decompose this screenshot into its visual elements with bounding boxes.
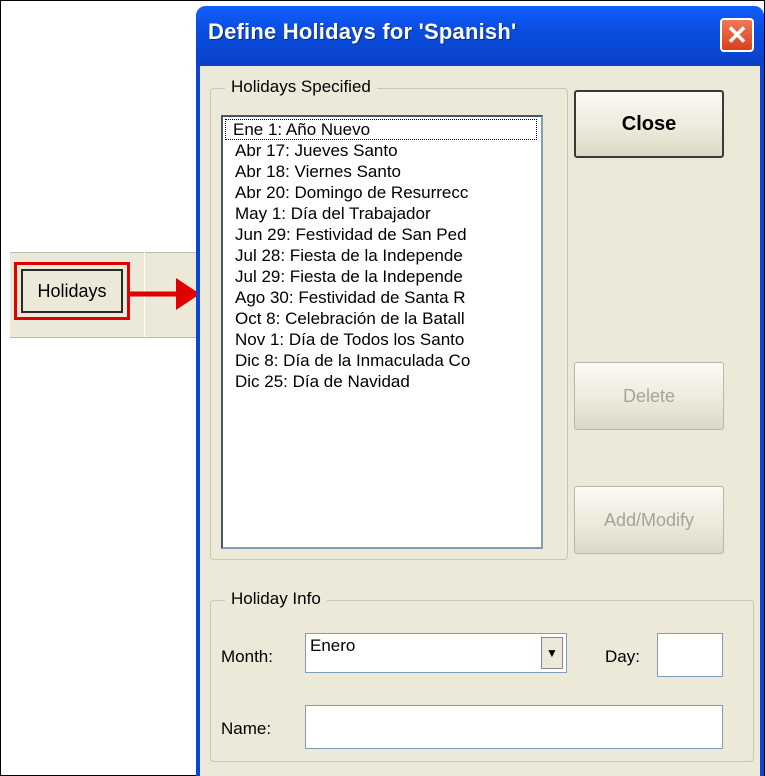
dialog-client-area: Holidays Specified Ene 1: Año Nuevo Abr 1… xyxy=(200,66,760,776)
list-item[interactable]: Nov 1: Día de Todos los Santo xyxy=(223,329,541,350)
holidays-specified-group: Holidays Specified Ene 1: Año Nuevo Abr 1… xyxy=(210,77,568,560)
chevron-down-icon[interactable]: ▼ xyxy=(541,637,563,669)
holiday-info-label: Holiday Info xyxy=(225,589,327,609)
list-item[interactable]: Ago 30: Festividad de Santa R xyxy=(223,287,541,308)
month-value: Enero xyxy=(310,636,356,655)
month-select[interactable]: Enero ▼ xyxy=(305,633,567,673)
holidays-specified-label: Holidays Specified xyxy=(225,77,377,97)
holidays-listbox[interactable]: Ene 1: Año Nuevo Abr 17: Jueves Santo Abr … xyxy=(221,115,543,549)
list-item[interactable]: Ene 1: Año Nuevo xyxy=(225,119,537,140)
define-holidays-dialog: Define Holidays for 'Spanish' ✕ Holidays… xyxy=(196,6,764,776)
list-item[interactable]: Jul 29: Fiesta de la Independe xyxy=(223,266,541,287)
holidays-button[interactable]: Holidays xyxy=(21,269,123,313)
holiday-info-group: Holiday Info Month: Enero ▼ Day: Name: xyxy=(210,589,754,762)
title-bar[interactable]: Define Holidays for 'Spanish' ✕ xyxy=(196,6,764,66)
list-item[interactable]: Oct 8: Celebración de la Batall xyxy=(223,308,541,329)
close-button[interactable]: Close xyxy=(574,90,724,158)
name-input[interactable] xyxy=(305,705,723,749)
list-item[interactable]: Dic 25: Día de Navidad xyxy=(223,371,541,392)
delete-button[interactable]: Delete xyxy=(574,362,724,430)
list-item[interactable]: Abr 17: Jueves Santo xyxy=(223,140,541,161)
day-input[interactable] xyxy=(657,633,723,677)
month-label: Month: xyxy=(221,647,273,666)
name-label: Name: xyxy=(221,719,272,738)
dialog-title: Define Holidays for 'Spanish' xyxy=(208,19,517,44)
list-item[interactable]: Jun 29: Festividad de San Ped xyxy=(223,224,541,245)
list-item[interactable]: Abr 18: Viernes Santo xyxy=(223,161,541,182)
list-item[interactable]: Abr 20: Domingo de Resurrecc xyxy=(223,182,541,203)
list-item[interactable]: May 1: Día del Trabajador xyxy=(223,203,541,224)
holidays-button-highlight: Holidays xyxy=(14,262,130,320)
day-label: Day: xyxy=(605,647,640,666)
list-item[interactable]: Jul 28: Fiesta de la Independe xyxy=(223,245,541,266)
add-modify-button[interactable]: Add/Modify xyxy=(574,486,724,554)
list-item[interactable]: Dic 8: Día de la Inmaculada Co xyxy=(223,350,541,371)
close-icon[interactable]: ✕ xyxy=(720,18,754,52)
red-arrow-icon xyxy=(130,278,200,310)
